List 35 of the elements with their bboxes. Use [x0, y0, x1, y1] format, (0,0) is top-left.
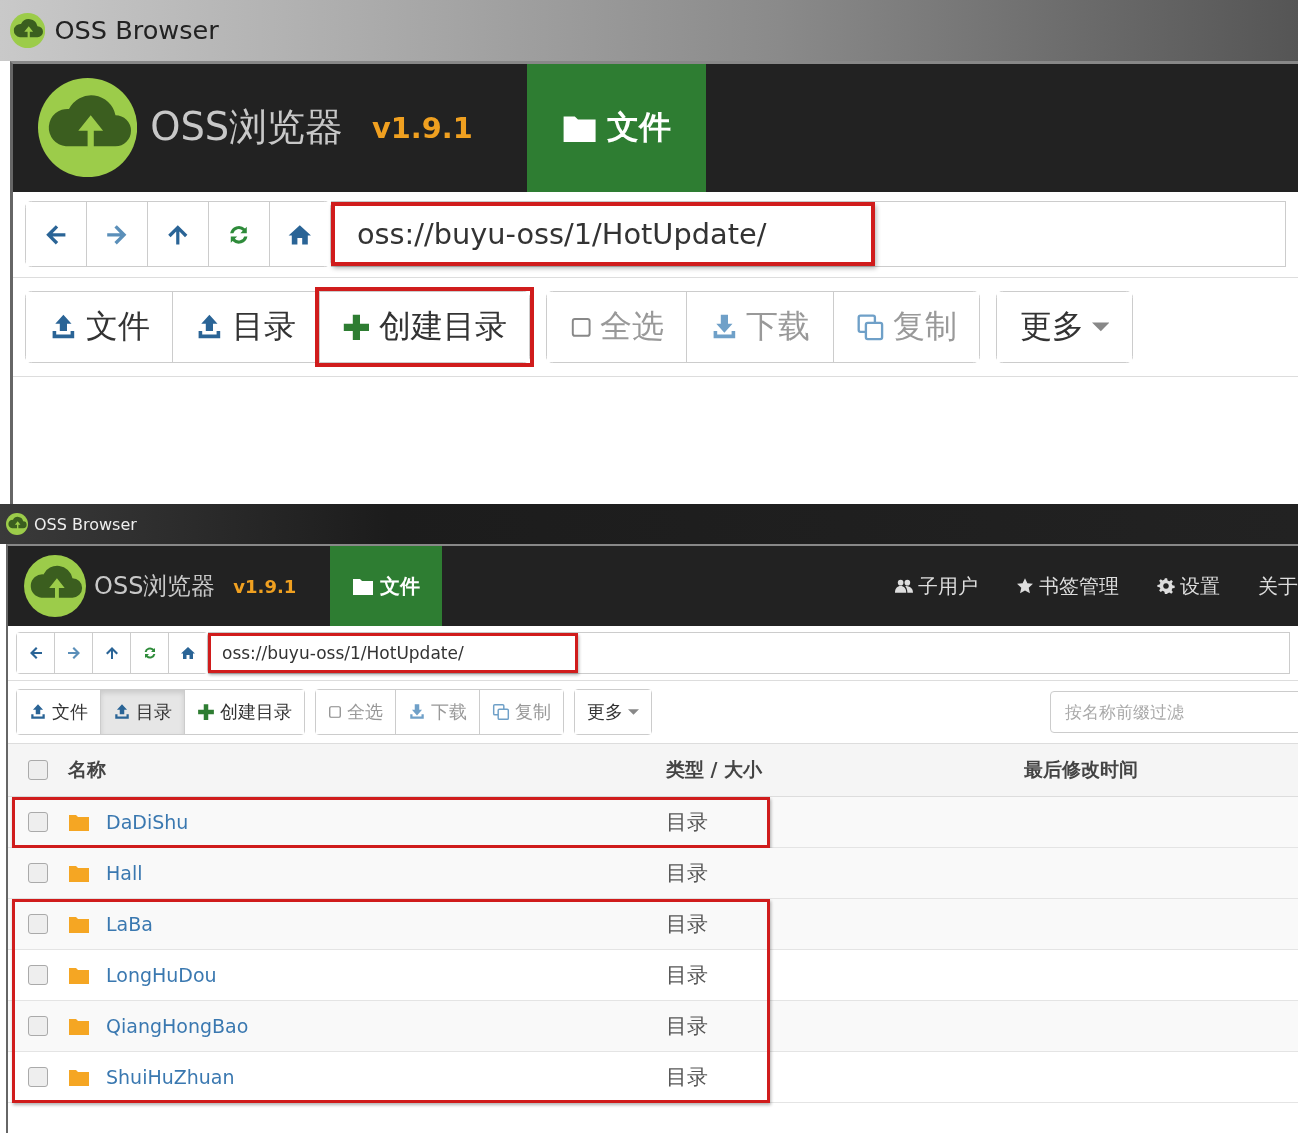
- toolbar-button[interactable]: 更多: [575, 690, 651, 734]
- type-cell-text: 目录: [666, 1064, 709, 1091]
- version-label: v1.9.1: [371, 110, 473, 145]
- app-name: OSS浏览器: [150, 103, 344, 152]
- address-field[interactable]: oss://buyu-oss/1/HotUpdate/: [208, 632, 1290, 674]
- folder-name-link[interactable]: QiangHongBao: [106, 1015, 249, 1037]
- type-cell-text: 目录: [666, 962, 709, 989]
- toolbar-button[interactable]: 更多: [997, 291, 1132, 363]
- folder-name-link[interactable]: ShuiHuZhuan: [106, 1066, 235, 1088]
- type-cell-text: 目录: [666, 860, 709, 887]
- folder-name-link[interactable]: DaDiShu: [106, 811, 189, 833]
- column-header: 类型 / 大小: [666, 757, 764, 782]
- column-header: 名称: [68, 757, 107, 782]
- menu-item[interactable]: 关于: [1252, 571, 1298, 601]
- version-label: v1.9.1: [233, 575, 297, 597]
- column-header: 最后修改时间: [1024, 757, 1139, 782]
- menu-item[interactable]: 设置: [1151, 571, 1226, 601]
- address-field[interactable]: oss://buyu-oss/1/HotUpdate/: [331, 201, 1287, 268]
- folder-name-link[interactable]: LaBa: [106, 913, 153, 935]
- app-name: OSS浏览器: [94, 571, 216, 602]
- toolbar-button[interactable]: 目录: [101, 690, 185, 734]
- type-cell-text: 目录: [666, 1013, 709, 1040]
- type-cell-text: 目录: [666, 911, 709, 938]
- menu-item[interactable]: 书签管理: [1010, 571, 1125, 601]
- folder-name-link[interactable]: LongHuDou: [106, 964, 217, 986]
- folder-name-link[interactable]: Hall: [106, 862, 143, 884]
- toolbar-button[interactable]: 文件: [26, 291, 173, 363]
- files-tab[interactable]: 文件: [527, 63, 707, 192]
- filter-field[interactable]: 按名称前缀过滤: [1050, 691, 1298, 733]
- menu-item[interactable]: 子用户: [889, 571, 984, 601]
- toolbar-button[interactable]: 文件: [17, 690, 101, 734]
- window-title: OSS Browser: [54, 15, 219, 46]
- window-title: OSS Browser: [34, 514, 137, 534]
- type-cell-text: 目录: [666, 809, 709, 836]
- files-tab[interactable]: 文件: [330, 546, 443, 626]
